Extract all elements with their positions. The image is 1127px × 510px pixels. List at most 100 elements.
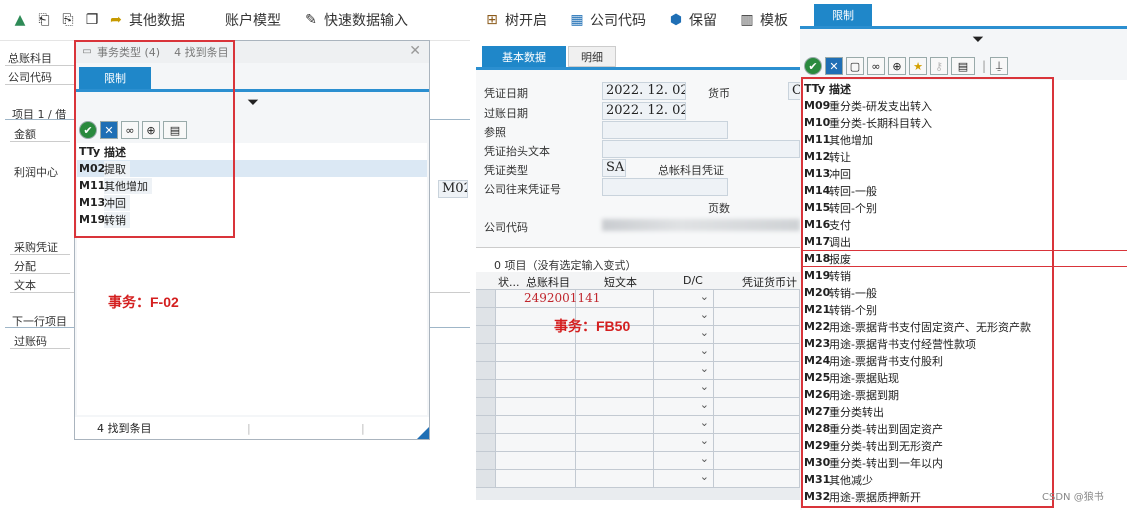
grid-cell[interactable]	[476, 362, 496, 380]
grid-cell[interactable]	[476, 326, 496, 344]
grid-cell[interactable]	[714, 344, 800, 362]
chevron-down-icon: ⌄	[699, 380, 709, 393]
fast-entry-button[interactable]: ✎ 快速数据输入	[303, 10, 408, 30]
dc-dropdown[interactable]: ⌄	[654, 434, 714, 452]
print-icon[interactable]: ▤	[951, 57, 975, 75]
grid-cell[interactable]	[496, 398, 576, 416]
header-text-field[interactable]	[602, 140, 800, 158]
grid-cell[interactable]	[714, 362, 800, 380]
grid-cell[interactable]	[576, 416, 654, 434]
grid-cell[interactable]	[476, 308, 496, 326]
dc-dropdown[interactable]: ⌄	[654, 326, 714, 344]
currency-field[interactable]: C	[788, 82, 800, 100]
grid-cell[interactable]	[496, 434, 576, 452]
grid-cell[interactable]	[714, 290, 800, 308]
doc-type-field[interactable]: SA	[602, 159, 626, 177]
cancel-icon[interactable]: ✕	[825, 57, 843, 75]
edit-doc-icon: ✎	[305, 12, 317, 28]
items-status: 0 项目（没有选定输入变式）	[494, 259, 637, 272]
grid-cell[interactable]	[576, 470, 654, 488]
filter-icon[interactable]: ⏷	[245, 94, 261, 110]
grid-cell[interactable]	[576, 452, 654, 470]
grid-cell[interactable]	[496, 380, 576, 398]
dc-dropdown[interactable]: ⌄	[654, 470, 714, 488]
key-icon[interactable]: ⚷	[930, 57, 948, 75]
grid-cell[interactable]	[576, 434, 654, 452]
chevron-down-icon: ⌄	[699, 326, 709, 339]
divider	[10, 348, 70, 349]
resize-handle-icon[interactable]	[417, 427, 429, 439]
intercompany-field[interactable]	[602, 178, 728, 196]
dc-dropdown[interactable]: ⌄	[654, 290, 714, 308]
grid-cell[interactable]	[714, 308, 800, 326]
grid-cell[interactable]	[496, 470, 576, 488]
grid-cell[interactable]	[476, 434, 496, 452]
reference-field[interactable]	[602, 121, 728, 139]
col-dc: D/C	[683, 274, 703, 287]
dc-dropdown[interactable]: ⌄	[654, 344, 714, 362]
grid-cell[interactable]	[476, 290, 496, 308]
dc-dropdown[interactable]: ⌄	[654, 398, 714, 416]
grid-cell[interactable]	[714, 326, 800, 344]
forward-doc-icon[interactable]: ⎘	[60, 12, 76, 28]
grid-cell[interactable]	[476, 380, 496, 398]
dc-dropdown[interactable]: ⌄	[654, 380, 714, 398]
grid-cell[interactable]	[576, 362, 654, 380]
save-button[interactable]: ⬢ 保留	[668, 10, 717, 30]
first-gl-account[interactable]: 2492001141	[524, 291, 600, 305]
grid-cell[interactable]	[576, 344, 654, 362]
grid-cell[interactable]	[476, 344, 496, 362]
grid-cell[interactable]	[714, 416, 800, 434]
m02-field[interactable]: M02	[438, 180, 468, 198]
chevron-down-icon: ⌄	[699, 434, 709, 447]
highlight-frame	[74, 40, 235, 238]
header-text-label: 凭证抬头文本	[484, 145, 550, 158]
dc-dropdown[interactable]: ⌄	[654, 452, 714, 470]
gl-account-label: 总账科目	[8, 52, 52, 65]
grid-cell[interactable]	[476, 470, 496, 488]
tab-basic-label: 基本数据	[502, 50, 546, 64]
new-doc-icon[interactable]: ▢	[846, 57, 864, 75]
dc-dropdown[interactable]: ⌄	[654, 416, 714, 434]
tab-detail[interactable]: 明细	[568, 46, 616, 67]
grid-cell[interactable]	[476, 398, 496, 416]
favorite-icon[interactable]: ★	[909, 57, 927, 75]
dc-dropdown[interactable]: ⌄	[654, 362, 714, 380]
company-code-button[interactable]: ▦ 公司代码	[569, 10, 646, 30]
template-label: 模板	[760, 13, 788, 29]
split-icon[interactable]: ⍊	[990, 57, 1009, 75]
doc-type-label: 凭证类型	[484, 164, 528, 177]
back-doc-icon[interactable]: ⎗	[36, 12, 52, 28]
filter-icon[interactable]: ⏷	[970, 31, 986, 47]
grid-cell[interactable]	[714, 470, 800, 488]
grid-cell[interactable]	[496, 452, 576, 470]
grid-cell[interactable]	[576, 398, 654, 416]
posting-key-label: 过账码	[14, 335, 47, 348]
tree-open-button[interactable]: ⊞ 树开启	[484, 10, 547, 30]
grid-cell[interactable]	[714, 452, 800, 470]
dc-dropdown[interactable]: ⌄	[654, 308, 714, 326]
grid-cell[interactable]	[714, 380, 800, 398]
find-next-icon[interactable]: ⊕	[888, 57, 906, 75]
grid-cell[interactable]	[496, 362, 576, 380]
other-data-button[interactable]: ➦ 其他数据	[108, 10, 185, 30]
binoculars-icon[interactable]: ∞	[867, 57, 885, 75]
grid-cell[interactable]	[496, 344, 576, 362]
tab-basic-data[interactable]: 基本数据	[482, 46, 566, 67]
grid-cell[interactable]	[576, 380, 654, 398]
account-model-button[interactable]: 账户模型	[225, 10, 281, 30]
template-button[interactable]: ▥ 模板	[739, 10, 788, 30]
copy-icon[interactable]: ❐	[84, 12, 100, 28]
close-icon[interactable]: ✕	[409, 43, 421, 59]
doc-date-field[interactable]: 2022. 12. 02	[602, 82, 686, 100]
divider	[10, 273, 70, 274]
tab-restriction[interactable]: 限制	[814, 4, 872, 26]
grid-cell[interactable]	[714, 434, 800, 452]
grid-cell[interactable]	[496, 416, 576, 434]
overview-icon[interactable]: ▲	[12, 12, 28, 28]
confirm-icon[interactable]: ✔	[804, 57, 822, 75]
post-date-field[interactable]: 2022. 12. 02	[602, 102, 686, 120]
grid-cell[interactable]	[714, 398, 800, 416]
grid-cell[interactable]	[476, 452, 496, 470]
grid-cell[interactable]	[476, 416, 496, 434]
